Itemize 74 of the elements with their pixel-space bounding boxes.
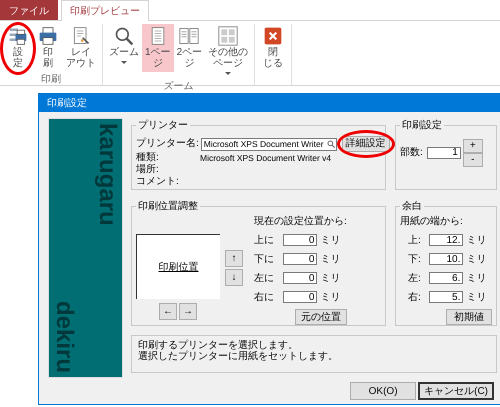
up-button[interactable]: ↑ — [225, 250, 243, 267]
ribbon-button[interactable]: 印 刷 — [33, 24, 63, 72]
decrement-button[interactable]: - — [462, 153, 483, 167]
label: 下: — [408, 253, 422, 266]
unit-label: ミリ — [466, 234, 488, 247]
highlight-circle — [0, 22, 36, 75]
label: 下に — [254, 253, 275, 266]
message-text: 選択したプリンターに用紙をセットします。 — [138, 351, 338, 362]
page-grid-icon — [218, 26, 238, 46]
label: 右に — [254, 291, 275, 304]
group-title: プリンター — [137, 118, 189, 132]
unit-label: ミリ — [466, 253, 488, 266]
left-button[interactable]: ← — [159, 303, 177, 320]
file-tab[interactable]: ファイル — [0, 0, 58, 20]
offset-field[interactable]: 0 — [283, 272, 318, 284]
offset-field[interactable]: 0 — [283, 234, 318, 246]
label: 右: — [408, 291, 422, 304]
printer-select[interactable]: Microsoft XPS Document Writer — [200, 138, 337, 150]
ribbon-button[interactable]: 閉 じる — [258, 24, 288, 72]
label: 上: — [408, 234, 422, 247]
value-text: Microsoft XPS Document Writer v4 — [200, 152, 332, 164]
unit-label: ミリ — [466, 291, 488, 304]
ok-button[interactable]: OK(O) — [350, 382, 416, 400]
search-icon — [326, 140, 335, 148]
label: 上に — [254, 234, 275, 247]
group-label: ズーム — [164, 81, 194, 92]
unit-label: ミリ — [320, 234, 342, 247]
margin-field[interactable]: 10. — [429, 253, 464, 265]
printer-icon — [38, 26, 58, 46]
detail-settings-button[interactable]: 詳細設定 — [342, 136, 390, 152]
label: コメント: — [136, 176, 180, 188]
label: 用紙の端から: — [400, 214, 464, 228]
copies-field[interactable]: 1 — [426, 147, 461, 159]
group-title: 印刷設定 — [401, 118, 443, 132]
dialog-title: 印刷設定 — [39, 94, 500, 112]
right-button[interactable]: → — [179, 303, 197, 320]
label: プリンター名: — [136, 138, 199, 150]
unit-label: ミリ — [320, 253, 342, 266]
page-ruler-icon — [71, 26, 91, 46]
margin-field[interactable]: 6. — [429, 272, 464, 284]
down-button[interactable]: ↓ — [225, 269, 243, 286]
offset-field[interactable]: 0 — [283, 253, 318, 265]
offset-field[interactable]: 0 — [283, 291, 318, 303]
label: 場所: — [136, 164, 160, 176]
ribbon-button[interactable]: その他の ページ — [205, 24, 252, 81]
ribbon-button[interactable]: 1ペー ジ — [142, 24, 174, 72]
increment-button[interactable]: + — [462, 139, 483, 153]
unit-label: ミリ — [320, 291, 342, 304]
label: 現在の設定位置から: — [254, 214, 347, 228]
margin-field[interactable]: 12. — [429, 234, 464, 246]
unit-label: ミリ — [466, 272, 488, 285]
reset-position-button[interactable]: 元の位置 — [294, 309, 347, 325]
search-icon — [114, 26, 134, 46]
ribbon-button[interactable]: ズーム — [106, 24, 142, 70]
preview-label: 印刷位置 — [158, 260, 198, 274]
unit-label: ミリ — [320, 272, 342, 285]
label: 左: — [408, 272, 422, 285]
ribbon-tab[interactable]: 印刷プレビュー — [61, 0, 149, 21]
cancel-button[interactable]: キャンセル(C) — [418, 382, 494, 400]
ribbon-button[interactable]: レイ アウト — [63, 24, 99, 72]
margin-field[interactable]: 5. — [429, 291, 464, 303]
ribbon-button[interactable]: 設 定 — [3, 24, 33, 72]
label: 左に — [254, 272, 275, 285]
message-text: 印刷するプリンターを選択します。 — [138, 340, 298, 351]
group-label: 印刷 — [41, 74, 61, 85]
default-values-button[interactable]: 初期値 — [446, 309, 492, 325]
group-title: 印刷位置調整 — [137, 200, 199, 213]
printer-settings-icon — [8, 26, 28, 46]
close-icon — [263, 26, 284, 46]
label: 種類: — [136, 152, 160, 164]
two-pages-icon — [179, 26, 200, 46]
ribbon-button[interactable]: 2ペー ジ — [174, 24, 206, 72]
group-title: 余白 — [401, 200, 423, 213]
label: 部数: — [400, 147, 423, 159]
